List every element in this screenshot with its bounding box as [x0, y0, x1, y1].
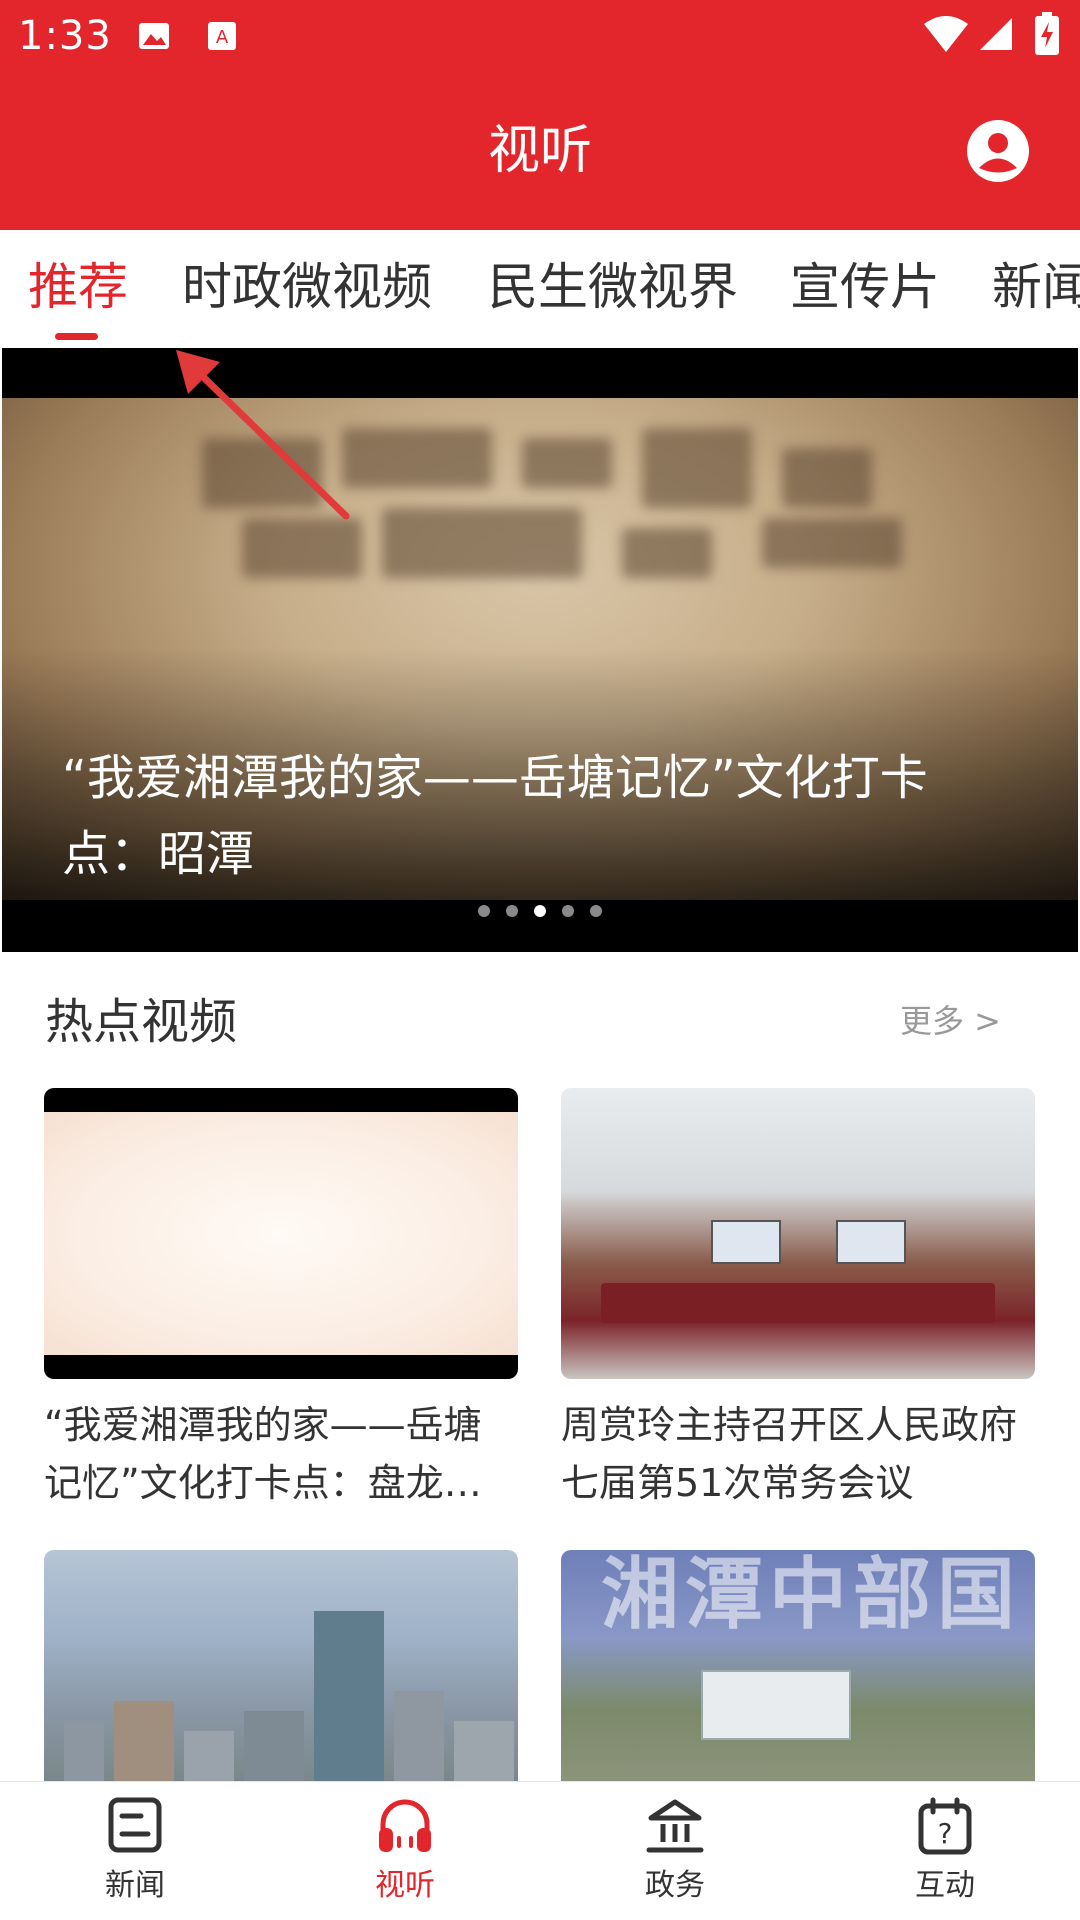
more-link[interactable]: 更多 > — [900, 1001, 1001, 1041]
tab-politics-video[interactable]: 时政微视频 — [182, 256, 432, 318]
carousel-dot[interactable] — [562, 904, 574, 917]
bottom-nav: 新闻 视听 政务 ? 互动 — [0, 1781, 1080, 1920]
nav-audio-video[interactable]: 视听 — [270, 1782, 540, 1920]
carousel-dot[interactable] — [590, 904, 602, 917]
government-building-icon — [646, 1799, 704, 1853]
video-thumbnail — [561, 1088, 1035, 1379]
nav-label: 视听 — [375, 1868, 435, 1903]
tab-recommend[interactable]: 推荐 — [28, 256, 128, 318]
hero-caption: “我爱湘潭我的家——岳塘记忆”文化打卡点：昭潭 — [62, 750, 928, 882]
headphones-icon — [379, 1799, 431, 1852]
nav-label: 政务 — [645, 1868, 705, 1903]
status-time: 1:33 — [18, 13, 112, 59]
video-title: “我爱湘潭我的家——岳塘记忆”文化打卡点：盘龙… — [44, 1403, 482, 1505]
screen: 1:33 A 视听 推荐 时政微视频 民生微视界 宣传片 新闻 “我爱湘潭我的家… — [0, 0, 1080, 1920]
nav-interact[interactable]: ? 互动 — [810, 1782, 1080, 1920]
page-title: 视听 — [487, 121, 592, 181]
user-profile-icon[interactable] — [966, 119, 1030, 183]
app-notification-icon: A — [208, 22, 236, 50]
battery-icon — [1035, 12, 1059, 55]
image-notification-icon — [139, 23, 169, 49]
carousel-dots — [2, 900, 1078, 917]
nav-label: 互动 — [915, 1868, 975, 1903]
video-title: 周赏玲主持召开区人民政府七届第51次常务会议 — [561, 1403, 1018, 1505]
wifi-icon — [924, 16, 968, 52]
category-tabs: 推荐 时政微视频 民生微视界 宣传片 新闻 — [0, 230, 1080, 348]
svg-text:?: ? — [938, 1817, 953, 1850]
svg-text:A: A — [216, 27, 229, 48]
video-thumbnail — [44, 1088, 518, 1379]
nav-news[interactable]: 新闻 — [0, 1782, 270, 1920]
carousel-dot[interactable] — [506, 904, 518, 917]
nav-government[interactable]: 政务 — [540, 1782, 810, 1920]
hero-carousel[interactable]: “我爱湘潭我的家——岳塘记忆”文化打卡点：昭潭 — [2, 348, 1078, 952]
nav-label: 新闻 — [105, 1868, 165, 1903]
tab-livelihood-video[interactable]: 民生微视界 — [488, 256, 738, 318]
status-bar: 1:33 A — [0, 0, 1080, 72]
cell-signal-icon — [980, 18, 1012, 50]
tab-news[interactable]: 新闻 — [992, 256, 1080, 318]
thumbnail-overlay-text: 湘潭中部国 — [601, 1550, 1022, 1640]
section-title-hot: 热点视频 — [45, 994, 238, 1050]
app-header: 1:33 A 视听 — [0, 0, 1080, 230]
active-tab-indicator — [55, 333, 98, 340]
calendar-question-icon: ? — [918, 1797, 972, 1855]
tab-promo[interactable]: 宣传片 — [790, 256, 940, 318]
news-icon — [108, 1797, 162, 1853]
carousel-dot-active[interactable] — [534, 904, 546, 917]
carousel-dot[interactable] — [478, 904, 490, 917]
